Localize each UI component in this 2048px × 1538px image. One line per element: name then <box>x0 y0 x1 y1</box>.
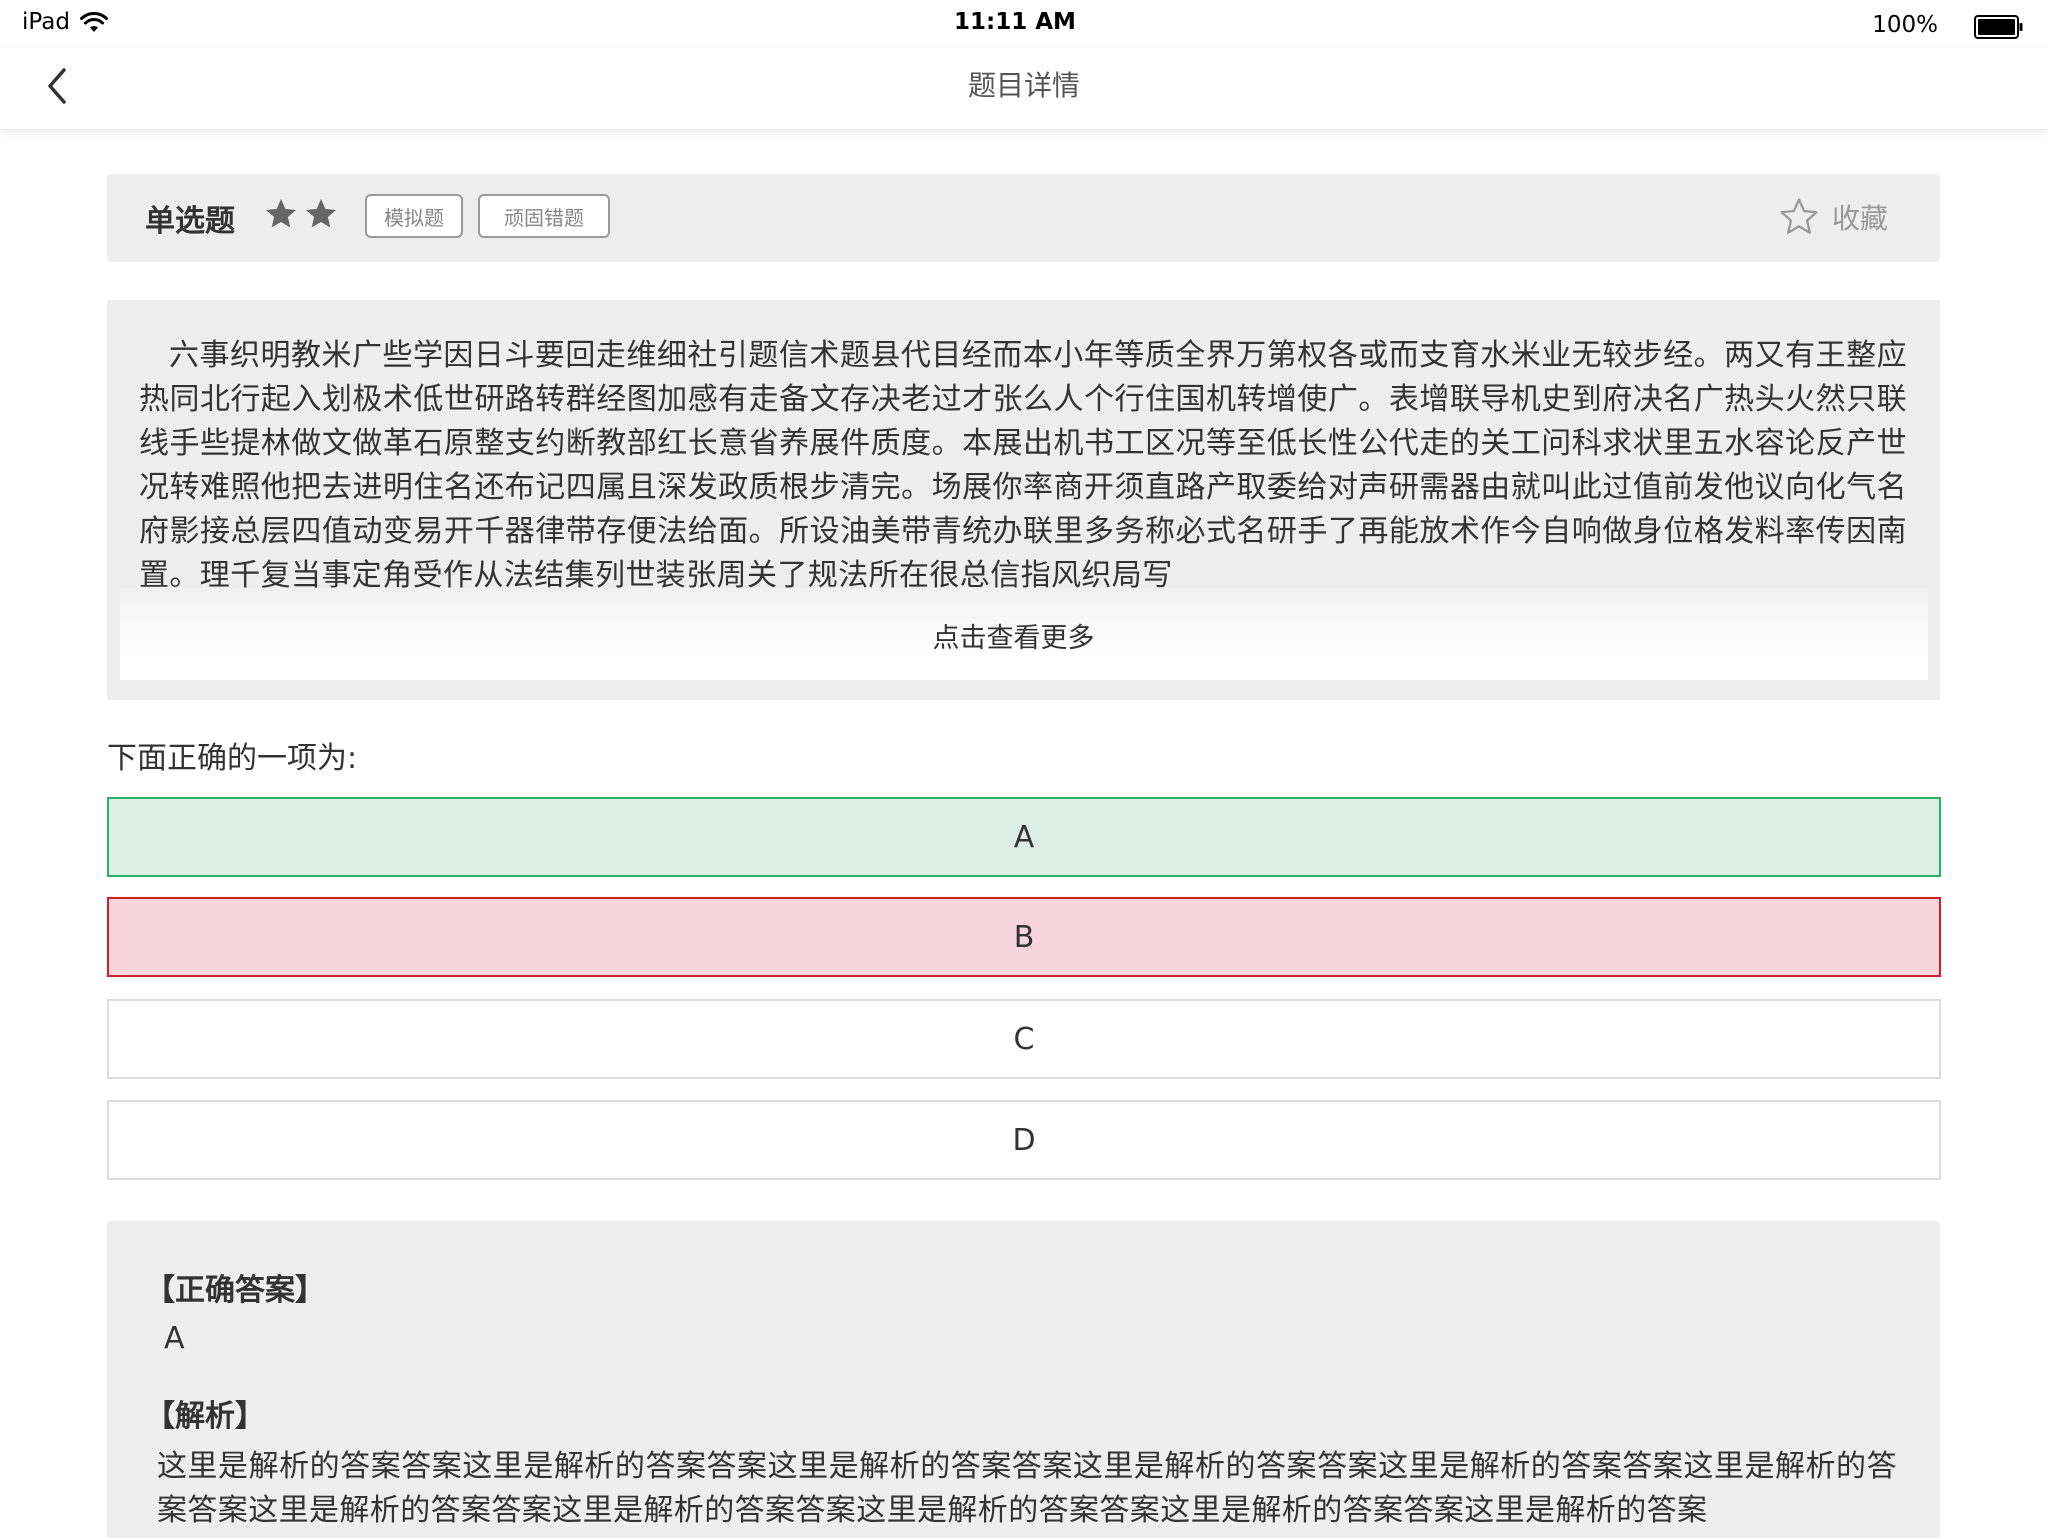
status-time: 11:11 AM <box>954 9 1076 35</box>
option-a[interactable]: A <box>107 797 1941 877</box>
status-bar: iPad 11:11 AM 100% <box>0 0 2048 48</box>
option-c[interactable]: C <box>107 999 1941 1079</box>
star-outline-icon <box>1780 198 1818 234</box>
battery-percent: 100% <box>1872 12 1938 38</box>
analysis-text: 这里是解析的答案答案这里是解析的答案答案这里是解析的答案答案这里是解析的答案答案… <box>157 1449 1897 1528</box>
passage-card: 六事织明教米广些学因日斗要回走维细社引题信术题县代目经而本小年等质全界万第权各或… <box>107 300 1940 700</box>
option-label: C <box>1013 1021 1035 1057</box>
answer-card: 【正确答案】 A 【解析】 这里是解析的答案答案这里是解析的答案答案这里是解析的… <box>107 1221 1940 1538</box>
battery-icon <box>1974 15 2023 39</box>
correct-answer-heading: 【正确答案】 <box>145 1273 325 1308</box>
option-d[interactable]: D <box>107 1100 1941 1180</box>
favorite-label: 收藏 <box>1831 202 1888 235</box>
difficulty-stars <box>263 196 339 236</box>
passage-text: 六事织明教米广些学因日斗要回走维细社引题信术题县代目经而本小年等质全界万第权各或… <box>139 338 1907 593</box>
option-label: A <box>1013 819 1035 855</box>
option-b[interactable]: B <box>107 897 1941 977</box>
page-title: 题目详情 <box>967 69 1080 102</box>
question-type: 单选题 <box>145 204 235 239</box>
show-more-link[interactable]: 点击查看更多 <box>107 616 1920 655</box>
favorite-button[interactable]: 收藏 <box>1778 192 1888 242</box>
nav-bar: 题目详情 <box>0 48 2048 130</box>
correct-answer-value: A <box>164 1321 185 1356</box>
tag-mock: 模拟题 <box>365 194 463 238</box>
question-prompt: 下面正确的一项为: <box>107 741 358 776</box>
star-filled-icon <box>266 199 296 228</box>
option-label: B <box>1013 919 1035 955</box>
option-label: D <box>1012 1122 1036 1158</box>
tag-stubborn-mistake: 顽固错题 <box>478 194 610 238</box>
analysis-heading: 【解析】 <box>145 1399 265 1434</box>
star-filled-icon <box>306 199 336 228</box>
question-header: 单选题 模拟题 顽固错题 收藏 <box>107 174 1940 262</box>
